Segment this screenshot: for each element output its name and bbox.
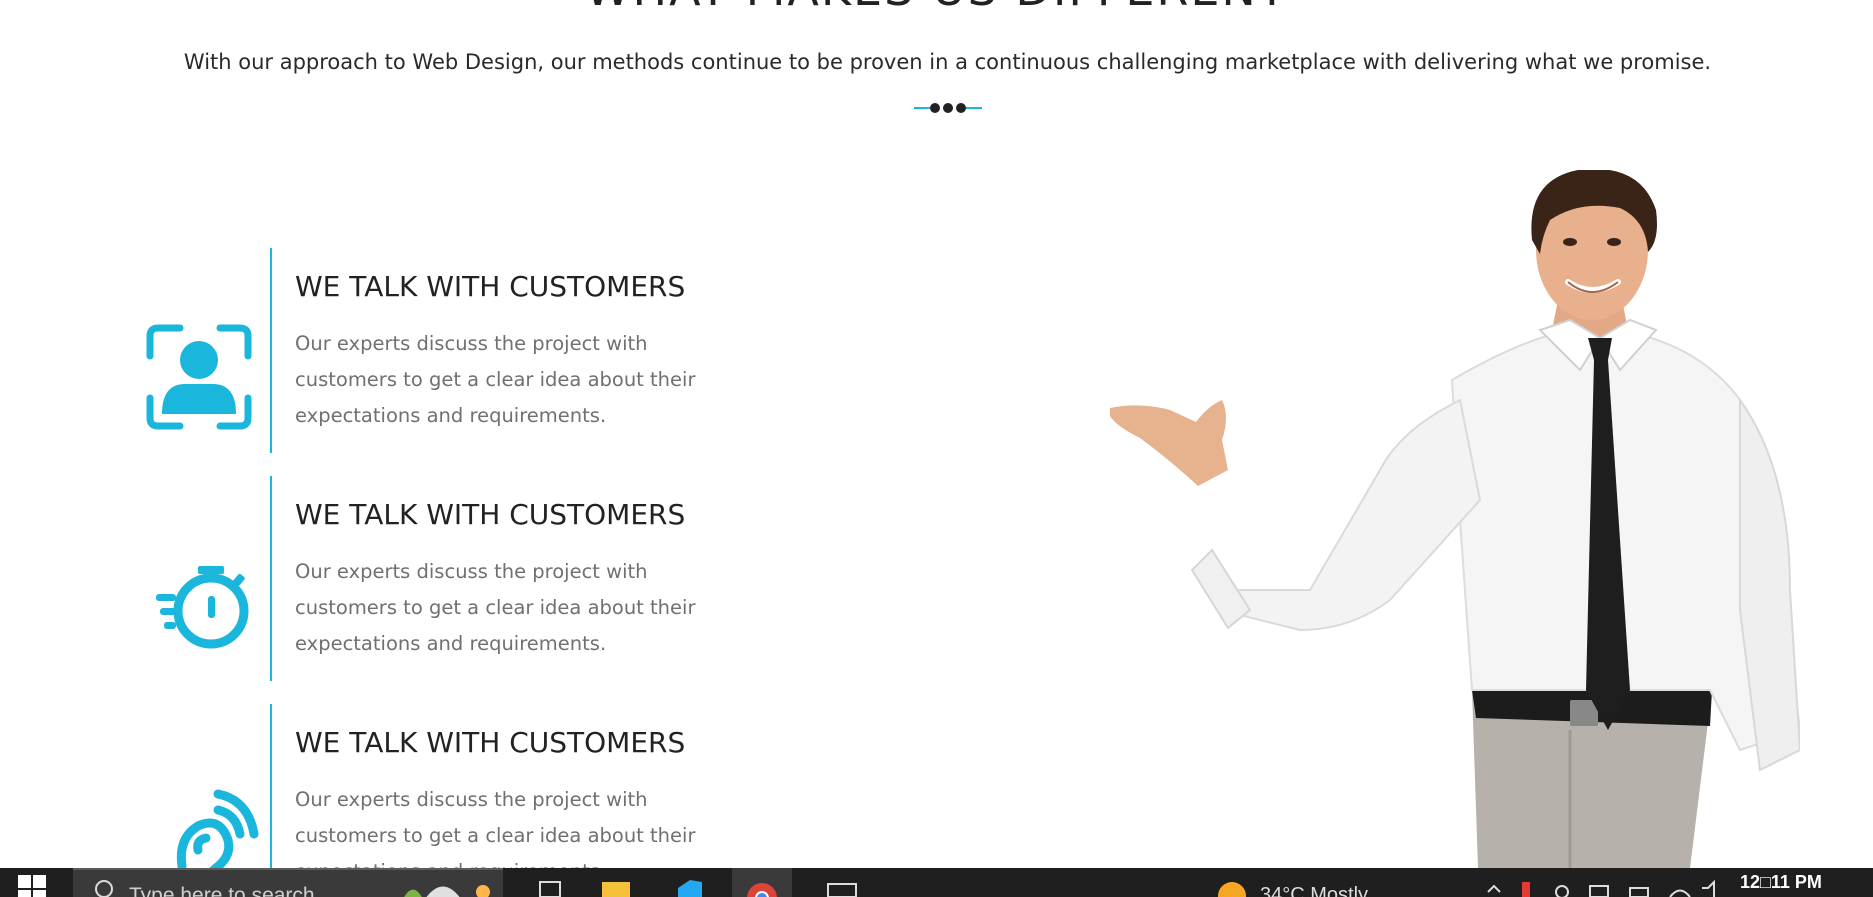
- taskbar-search-box[interactable]: Type here to search: [73, 868, 503, 897]
- businessman-image: [1110, 170, 1800, 868]
- file-explorer-icon[interactable]: [586, 868, 646, 897]
- divider-dot: [930, 103, 940, 113]
- task-view-icon[interactable]: [520, 868, 580, 897]
- divider-line-right: [966, 107, 982, 109]
- system-tray[interactable]: [1480, 878, 1720, 897]
- section-subtitle: With our approach to Web Design, our met…: [183, 50, 1712, 74]
- feature-item: WE TALK WITH CUSTOMERS Our experts discu…: [140, 704, 840, 868]
- feature-item: WE TALK WITH CUSTOMERS Our experts discu…: [140, 248, 840, 453]
- section-heading: WHAT MAKES US DIFFERENT: [0, 0, 1873, 16]
- feature-divider-line: [270, 704, 272, 868]
- divider-line-left: [914, 107, 930, 109]
- taskbar-clock[interactable]: 12□11 PM: [1740, 872, 1822, 893]
- page-content: WHAT MAKES US DIFFERENT With our approac…: [0, 0, 1873, 868]
- chrome-icon[interactable]: [732, 868, 792, 897]
- divider-dot: [943, 103, 953, 113]
- search-highlight-image: [404, 885, 490, 897]
- feature-title: WE TALK WITH CUSTOMERS: [295, 270, 686, 303]
- user-focus-icon: [140, 318, 260, 438]
- weather-icon[interactable]: [1218, 882, 1246, 897]
- vscode-icon[interactable]: [660, 868, 720, 897]
- weather-text[interactable]: 34°C Mostly: [1260, 884, 1368, 897]
- feature-item: WE TALK WITH CUSTOMERS Our experts discu…: [140, 476, 840, 681]
- feature-title: WE TALK WITH CUSTOMERS: [295, 498, 686, 531]
- feature-description: Our experts discuss the project with cus…: [295, 560, 696, 655]
- search-icon: [95, 880, 113, 897]
- hearing-icon: [140, 774, 260, 868]
- fast-stopwatch-icon: [140, 546, 260, 666]
- divider-dot: [956, 103, 966, 113]
- windows-taskbar: Type here to search 34°C Mostly 12□11 PM: [0, 868, 1873, 897]
- feature-description: Our experts discuss the project with cus…: [295, 788, 696, 868]
- windows-start-icon[interactable]: [18, 875, 48, 897]
- taskbar-search-placeholder: Type here to search: [129, 884, 315, 897]
- feature-divider-line: [270, 476, 272, 681]
- feature-description: Our experts discuss the project with cus…: [295, 332, 696, 427]
- feature-divider-line: [270, 248, 272, 453]
- feature-title: WE TALK WITH CUSTOMERS: [295, 726, 686, 759]
- section-divider: [914, 101, 982, 115]
- terminal-icon[interactable]: [812, 868, 872, 897]
